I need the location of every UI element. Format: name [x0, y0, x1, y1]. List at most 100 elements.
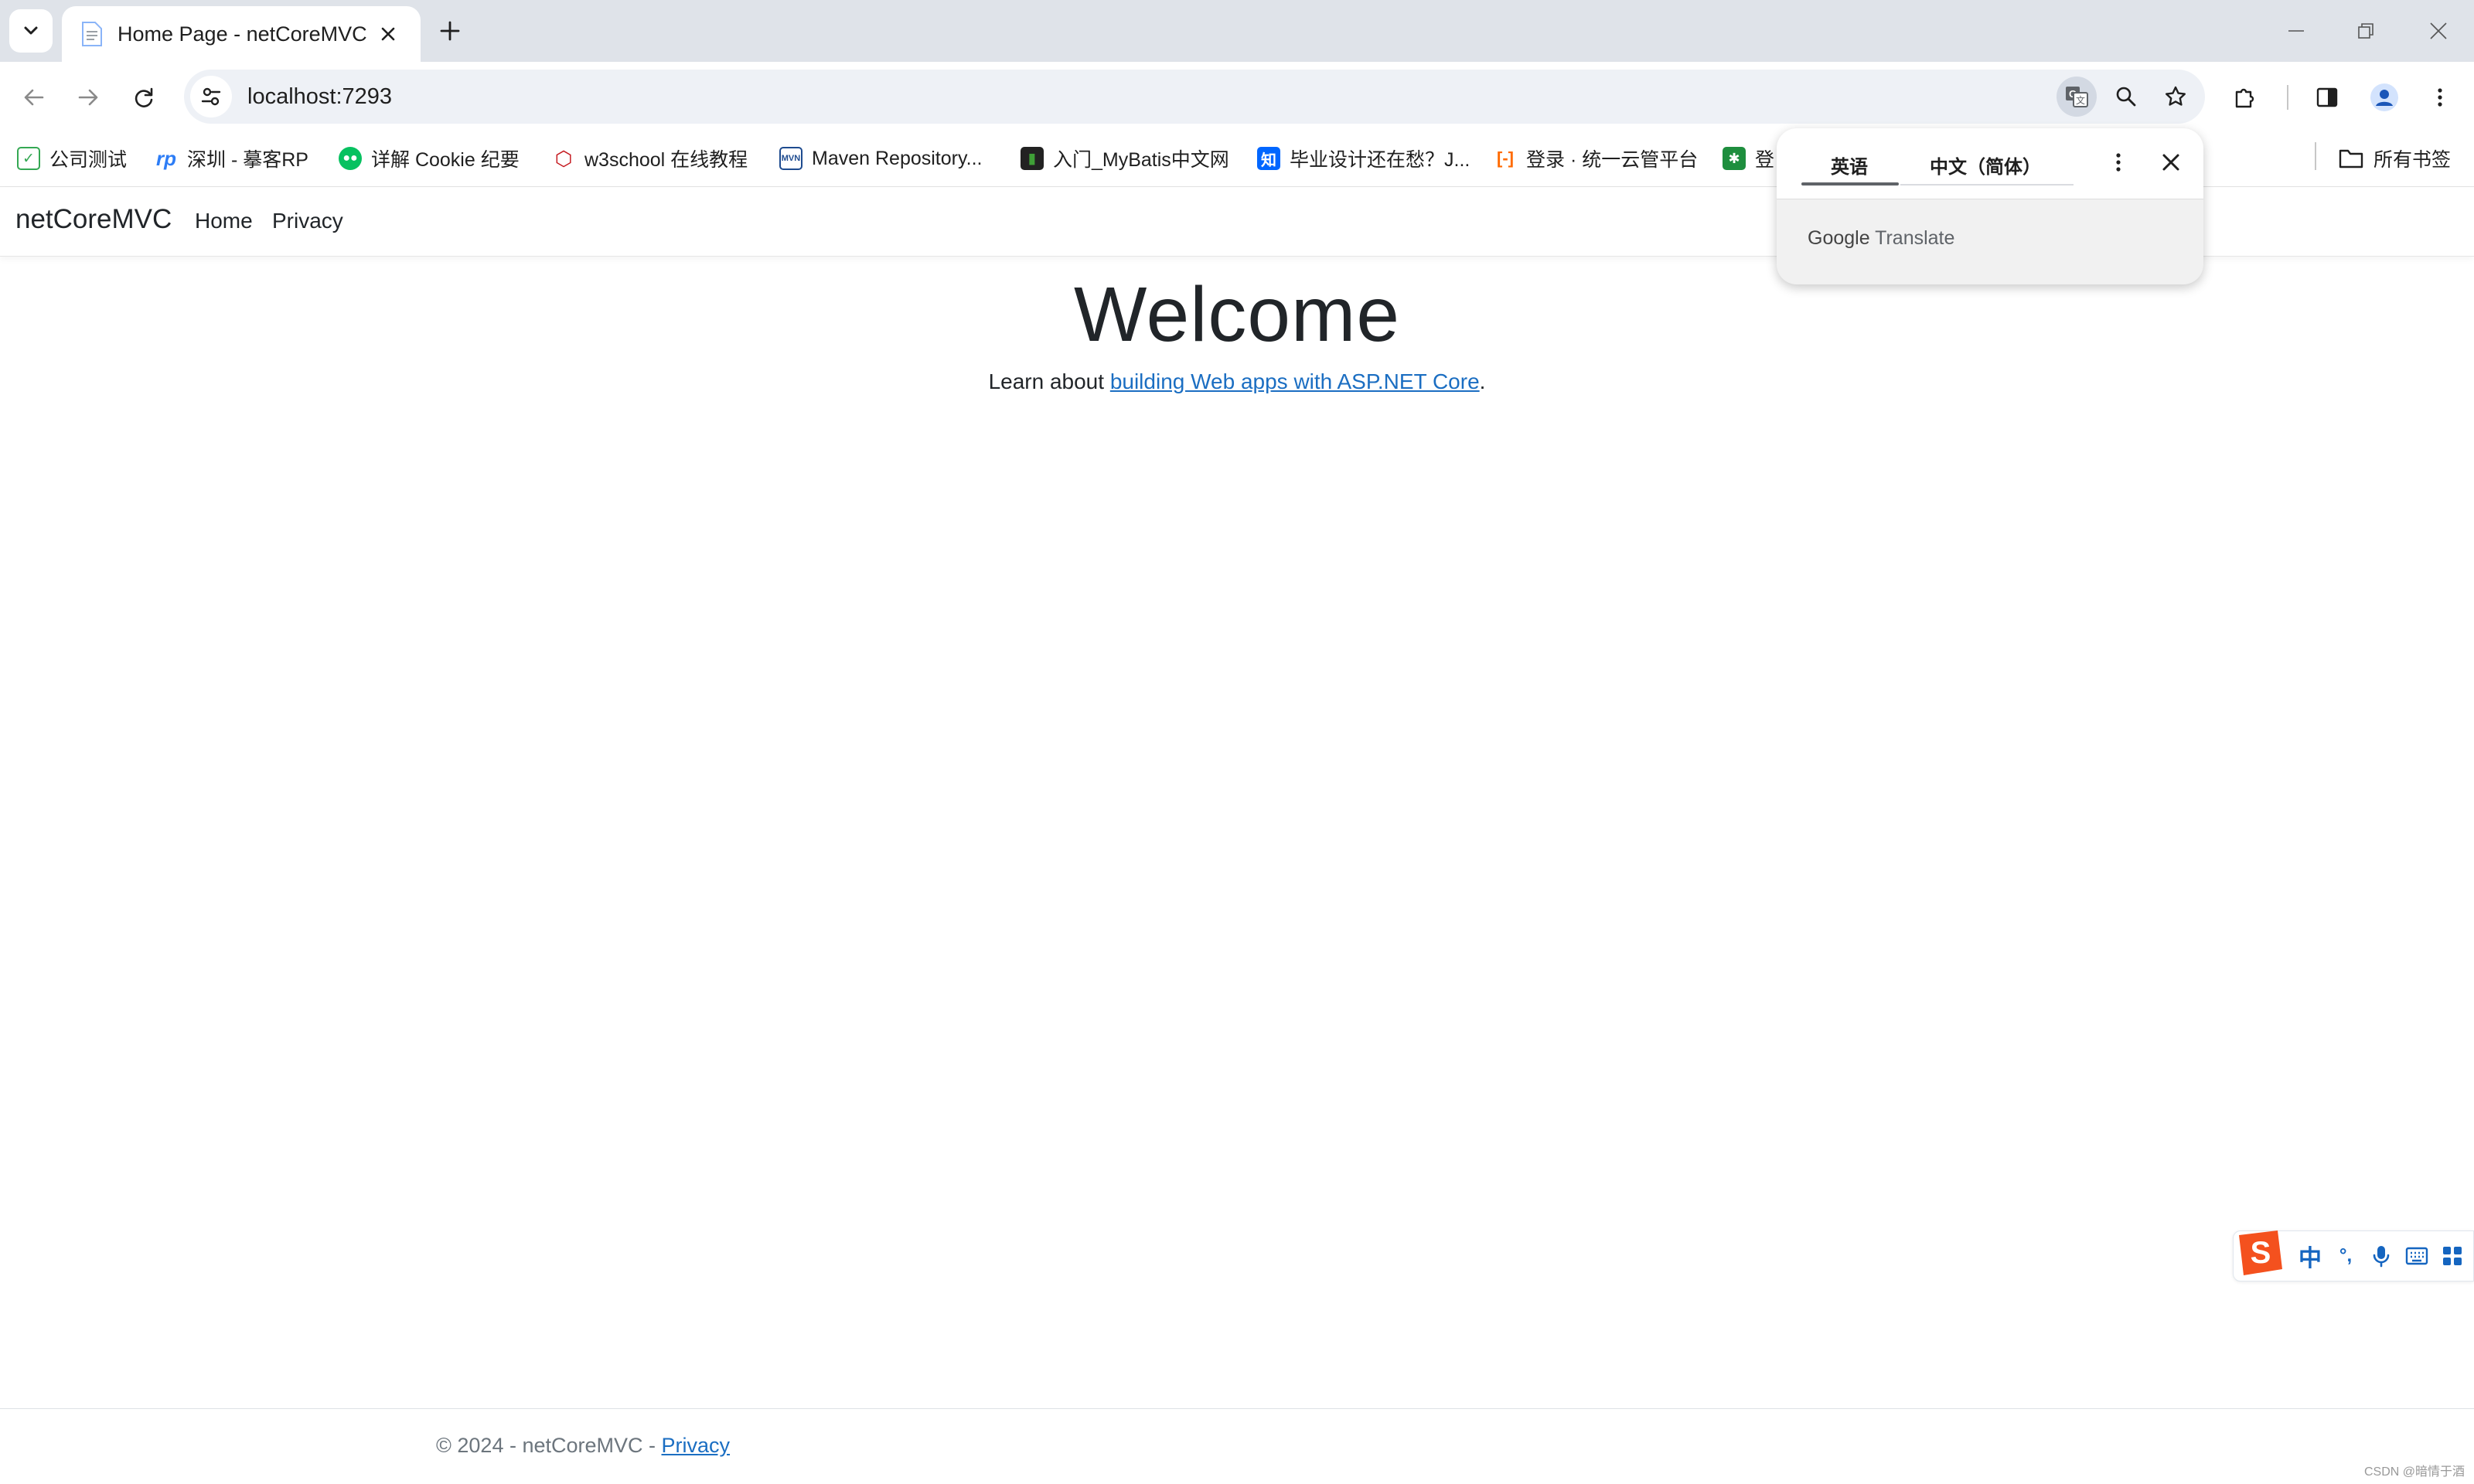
bookmark-item[interactable]: 知 毕业设计还在愁？J... [1257, 139, 1470, 178]
folder-icon [2339, 149, 2363, 168]
bookmark-label: 入门_MyBatis中文网 [1053, 149, 1229, 171]
translate-options-button[interactable] [2101, 145, 2135, 179]
minimize-button[interactable] [2273, 14, 2319, 48]
aspnet-docs-link[interactable]: building Web apps with ASP.NET Core [1110, 369, 1480, 393]
footer-prefix: © 2024 - netCoreMVC - [436, 1434, 662, 1457]
grid-app-icon: ✱ [1723, 147, 1746, 170]
ime-voice-button[interactable] [2363, 1238, 2399, 1274]
microphone-icon [2373, 1246, 2390, 1268]
nav-link-privacy[interactable]: Privacy [272, 209, 343, 233]
side-panel-icon [2316, 87, 2338, 107]
active-tab-indicator [1801, 182, 1899, 186]
restore-icon [2358, 23, 2373, 39]
all-bookmarks-label: 所有书签 [2373, 149, 2452, 171]
sogou-logo-letter: S [2251, 1236, 2271, 1270]
translate-close-button[interactable] [2154, 145, 2188, 179]
tune-icon [201, 87, 221, 106]
site-info-button[interactable] [190, 76, 232, 117]
side-panel-button[interactable] [2307, 77, 2347, 117]
nav-link-home[interactable]: Home [195, 209, 253, 233]
site-brand-link[interactable]: netCoreMVC [15, 204, 172, 235]
avatar-icon [2370, 83, 2398, 111]
more-vert-icon [2438, 88, 2442, 107]
google-wordmark: Google [1808, 227, 1870, 249]
footer-copyright: © 2024 - netCoreMVC - Privacy [436, 1434, 730, 1458]
footer-privacy-link[interactable]: Privacy [662, 1434, 731, 1457]
bookmark-label: 详解 Cookie 纪要 [371, 149, 520, 171]
bookmark-label: w3school 在线教程 [584, 149, 748, 171]
back-button[interactable] [14, 77, 54, 117]
all-bookmarks-button[interactable]: 所有书签 [2338, 139, 2451, 178]
plus-icon [440, 21, 460, 41]
page-favicon-icon [82, 22, 102, 46]
checkbox-file-icon: ✓ [17, 147, 40, 170]
translate-page-button[interactable]: G文 [2057, 77, 2097, 117]
ime-toolbox-button[interactable] [2435, 1238, 2470, 1274]
translate-wordmark: Translate [1875, 227, 1955, 249]
w3school-icon: ⬡ [554, 146, 573, 170]
bookmark-star-button[interactable] [2155, 77, 2196, 117]
url-text[interactable]: localhost:7293 [247, 84, 2057, 110]
bookmark-item[interactable]: [-] 登录 · 统一云管平台 [1494, 139, 1698, 178]
reload-icon [135, 87, 153, 107]
chevron-down-icon [24, 26, 38, 35]
ime-punctuation-toggle[interactable]: °, [2328, 1238, 2363, 1274]
bookmark-label: 毕业设计还在愁？J... [1290, 149, 1470, 171]
rp-icon: rp [156, 146, 176, 170]
bookmark-item[interactable]: ✱ 登 [1723, 139, 1774, 178]
arrow-right-icon [78, 89, 98, 106]
toolbar-separator [2287, 85, 2288, 110]
address-bar[interactable]: localhost:7293 G文 [184, 70, 2205, 124]
bookmark-label: 登 [1755, 149, 1775, 171]
new-tab-button[interactable] [433, 14, 467, 48]
bookmark-label: 登录 · 统一云管平台 [1526, 149, 1699, 171]
reload-button[interactable] [124, 77, 164, 117]
tab-close-button[interactable] [374, 20, 402, 48]
tab-search-button[interactable] [9, 9, 53, 53]
close-icon [2430, 22, 2447, 39]
bookmark-label: 深圳 - 摹客RP [187, 149, 308, 171]
zoom-button[interactable] [2106, 77, 2146, 117]
bookmark-item[interactable]: MVN Maven Repository... [779, 139, 982, 178]
bookmark-item[interactable]: ●● 详解 Cookie 纪要 [339, 139, 520, 178]
extensions-button[interactable] [2225, 77, 2265, 117]
arrow-left-icon [24, 89, 44, 106]
bookmarks-separator [2315, 142, 2316, 170]
watermark: CSDN @暗情于酒 [2363, 1465, 2465, 1479]
bookmark-label: 公司测试 [49, 149, 128, 171]
svg-text:文: 文 [2076, 94, 2085, 106]
browser-menu-button[interactable] [2420, 77, 2460, 117]
aliyun-icon: [-] [1497, 148, 1514, 168]
profile-button[interactable] [2364, 77, 2404, 117]
tab-strip: Home Page - netCoreMVC [0, 0, 2474, 62]
more-vert-icon [2116, 153, 2121, 172]
zoom-icon [2116, 87, 2136, 107]
google-translate-logo: Google Translate [1808, 227, 1954, 250]
forward-button[interactable] [68, 77, 108, 117]
star-icon [2166, 86, 2186, 106]
translate-popup: 英语 中文（简体） Google Translate [1777, 128, 2203, 284]
browser-tab-active[interactable]: Home Page - netCoreMVC [62, 6, 421, 62]
target-language-tab[interactable]: 中文（简体） [1930, 151, 2041, 179]
wechat-icon: ●● [339, 147, 362, 170]
minimize-icon [2288, 30, 2304, 32]
source-language-tab[interactable]: 英语 [1831, 151, 1868, 179]
learn-suffix: . [1479, 369, 1486, 393]
bookmark-item[interactable]: ▮ 入门_MyBatis中文网 [1021, 139, 1229, 178]
ime-keyboard-button[interactable] [2399, 1238, 2435, 1274]
ime-mode-toggle[interactable]: 中 [2292, 1238, 2328, 1274]
close-icon [2162, 154, 2179, 171]
bookmark-item[interactable]: rp 深圳 - 摹客RP [155, 139, 308, 178]
restore-button[interactable] [2343, 14, 2389, 48]
zhihu-icon: 知 [1257, 147, 1280, 170]
keyboard-icon [2405, 1247, 2428, 1265]
browser-toolbar: localhost:7293 G文 [0, 62, 2474, 131]
bookmark-item[interactable]: ✓ 公司测试 [17, 139, 127, 178]
bookmark-item[interactable]: ⬡ w3school 在线教程 [552, 139, 748, 178]
bookmark-label: Maven Repository... [812, 147, 983, 169]
google-translate-icon: G文 [2066, 87, 2088, 107]
close-window-button[interactable] [2415, 14, 2462, 48]
learn-paragraph: Learn about building Web apps with ASP.N… [0, 369, 2474, 394]
sogou-logo-icon: S [2239, 1230, 2282, 1275]
puzzle-icon [2235, 88, 2254, 108]
